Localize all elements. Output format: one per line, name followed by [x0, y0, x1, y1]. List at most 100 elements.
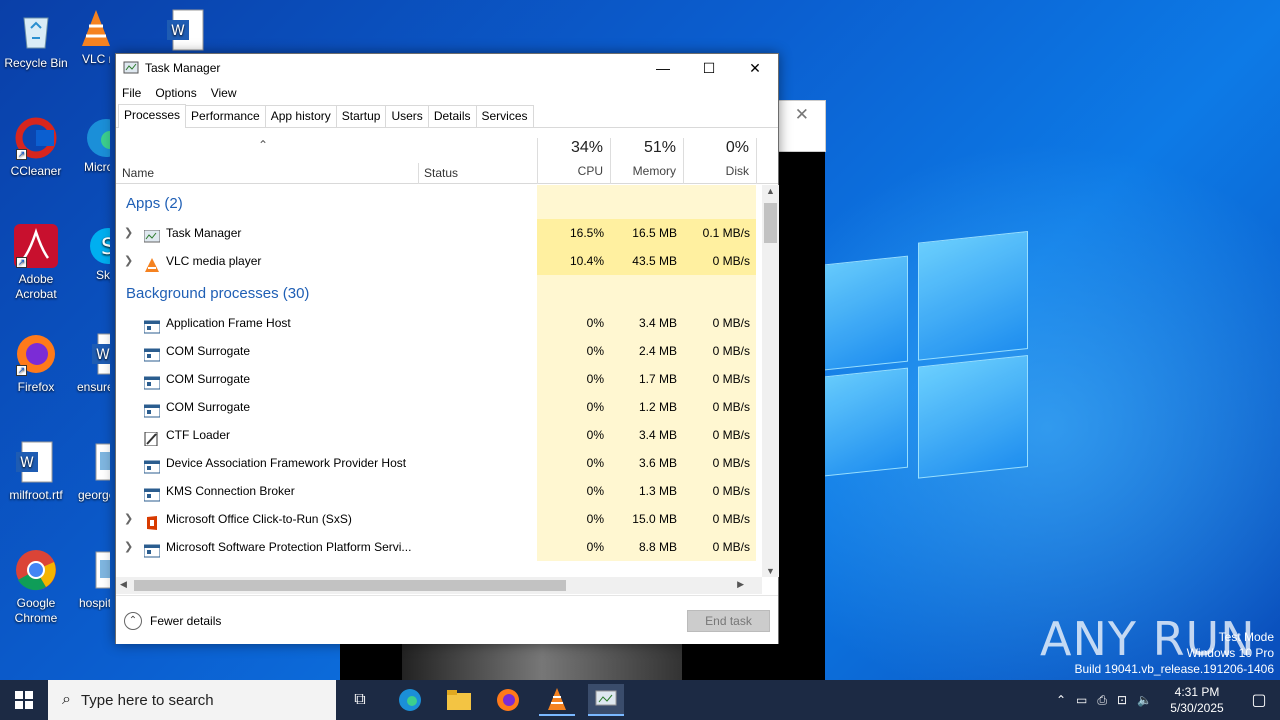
usb-icon[interactable]: ⎙	[1097, 693, 1107, 708]
network-icon[interactable]: ⊡	[1117, 693, 1127, 707]
group-header-background: Background processes (30)	[116, 275, 762, 309]
process-row[interactable]: Application Frame Host 0% 3.4 MB 0 MB/s	[116, 309, 762, 337]
process-memory: 16.5 MB	[610, 219, 683, 247]
clock-date: 5/30/2025	[1170, 701, 1224, 715]
maximize-button[interactable]: ☐	[686, 54, 732, 82]
title-bar[interactable]: Task Manager — ☐ ✕	[116, 54, 778, 82]
column-name[interactable]: Name	[122, 166, 154, 180]
scrollbar-thumb[interactable]	[764, 203, 777, 243]
column-status[interactable]: Status	[424, 166, 458, 180]
ctf-process-icon	[144, 428, 160, 447]
background-window-video	[402, 640, 682, 680]
tab-performance[interactable]: Performance	[185, 105, 266, 127]
taskbar-search-box[interactable]: ⌕ Type here to search	[48, 680, 336, 720]
svg-text:W: W	[20, 455, 34, 471]
task-manager-taskbar-icon[interactable]	[588, 684, 624, 716]
desktop-icon-ccleaner[interactable]: ↗ CCleaner	[0, 116, 72, 179]
close-icon[interactable]: ✕	[795, 105, 809, 125]
cpu-total: 34%	[570, 139, 603, 156]
desktop-icon-george[interactable]: george	[74, 440, 110, 503]
process-memory: 3.6 MB	[610, 449, 683, 477]
process-row[interactable]: ❯ Task Manager 16.5% 16.5 MB 0.1 MB/s	[116, 219, 762, 247]
search-placeholder: Type here to search	[80, 691, 214, 709]
horizontal-scrollbar[interactable]: ◀ ▶	[116, 577, 762, 594]
task-view-icon[interactable]: ⧉	[342, 684, 378, 716]
fewer-details-button[interactable]: ⌃ Fewer details	[124, 612, 221, 630]
notification-icon[interactable]: ▢	[1238, 690, 1280, 710]
tab-startup[interactable]: Startup	[335, 105, 387, 127]
end-task-button[interactable]: End task	[687, 610, 770, 632]
desktop-icon-label: Microsoft Edge	[84, 160, 110, 174]
process-row[interactable]: CTF Loader 0% 3.4 MB 0 MB/s	[116, 421, 762, 449]
start-button[interactable]	[6, 684, 42, 716]
tab-processes[interactable]: Processes	[118, 104, 187, 128]
close-button[interactable]: ✕	[732, 54, 778, 82]
process-row[interactable]: ❯ VLC media player 10.4% 43.5 MB 0 MB/s	[116, 247, 762, 275]
desktop-icon-google-chrome[interactable]: Google Chrome	[0, 548, 72, 626]
process-row[interactable]: Device Association Framework Provider Ho…	[116, 449, 762, 477]
tab-users[interactable]: Users	[385, 105, 429, 127]
process-row[interactable]: ❯ Microsoft Software Protection Platform …	[116, 533, 762, 561]
volume-icon[interactable]: 🔈	[1137, 693, 1152, 707]
process-disk: 0 MB/s	[683, 337, 756, 365]
vertical-scrollbar[interactable]: ▲ ▼	[762, 185, 779, 577]
desktop-icon-firefox[interactable]: ↗ Firefox	[0, 332, 72, 395]
desktop-icon-ensurea[interactable]: W ensurea	[74, 332, 110, 395]
cpu-label: CPU	[577, 164, 603, 178]
search-icon: ⌕	[62, 691, 71, 708]
chevron-up-icon[interactable]: ⌃	[1056, 693, 1066, 707]
process-cpu: 0%	[537, 393, 610, 421]
desktop-icon-edge[interactable]: Microsoft Edge	[84, 116, 110, 175]
chevron-right-icon[interactable]: ❯	[124, 219, 133, 247]
window-title: Task Manager	[145, 61, 221, 75]
column-disk[interactable]: 0% Disk	[683, 138, 755, 184]
desktop-icon-label: VLC media player	[82, 52, 110, 66]
edge-taskbar-icon[interactable]	[392, 684, 428, 716]
column-cpu[interactable]: 34% CPU	[537, 138, 609, 184]
process-list[interactable]: Apps (2) ❯ Task Manager 16.5% 16.5 MB 0.1 MB…	[116, 185, 762, 577]
menu-file[interactable]: File	[122, 86, 141, 100]
scrollbar-thumb[interactable]	[134, 580, 566, 591]
desktop-icon-hospita[interactable]: hospita	[74, 548, 110, 611]
desktop-icon-milfroot[interactable]: W milfroot.rtf	[0, 440, 72, 503]
process-disk: 0 MB/s	[683, 421, 756, 449]
system-tray: ⌃ ▭ ⎙ ⊡ 🔈 4:31 PM 5/30/2025 ▢	[1056, 680, 1280, 720]
sort-ascending-icon[interactable]: ⌃	[258, 138, 268, 152]
chevron-right-icon[interactable]: ❯	[124, 505, 133, 533]
file-explorer-icon[interactable]	[441, 684, 477, 716]
desktop-icon-adobe-acrobat[interactable]: ↗ Adobe Acrobat	[0, 224, 72, 302]
desktop-icon-recycle-bin[interactable]: Recycle Bin	[0, 8, 72, 71]
process-row[interactable]: KMS Connection Broker 0% 1.3 MB 0 MB/s	[116, 477, 762, 505]
generic-process-icon	[143, 372, 161, 390]
desktop-icon-vlc[interactable]: VLC media player	[74, 8, 110, 67]
menu-view[interactable]: View	[211, 86, 237, 100]
desktop-icon-label: ensurea	[77, 380, 110, 394]
chevron-right-icon[interactable]: ❯	[124, 247, 133, 275]
process-row[interactable]: COM Surrogate 0% 2.4 MB 0 MB/s	[116, 337, 762, 365]
shortcut-arrow-icon: ↗	[16, 365, 27, 376]
clock[interactable]: 4:31 PM 5/30/2025	[1156, 684, 1238, 716]
edge-icon	[84, 116, 110, 160]
process-row[interactable]: COM Surrogate 0% 1.7 MB 0 MB/s	[116, 365, 762, 393]
tab-details[interactable]: Details	[427, 105, 477, 127]
tab-app-history[interactable]: App history	[264, 105, 337, 127]
shortcut-arrow-icon: ↗	[16, 149, 27, 160]
desktop-icon-skype[interactable]: S Skype	[86, 224, 110, 283]
process-name: COM Surrogate	[166, 400, 251, 414]
desktop-icon-label: george	[78, 488, 110, 502]
desktop-icon-word-doc[interactable]: W	[160, 8, 210, 56]
column-memory[interactable]: 51% Memory	[610, 138, 682, 184]
process-row[interactable]: ❯ Microsoft Office Click-to-Run (SxS) 0% 15…	[116, 505, 762, 533]
task-manager-window[interactable]: Task Manager — ☐ ✕ File Options View Pro…	[115, 53, 779, 644]
menu-options[interactable]: Options	[155, 86, 196, 100]
process-row[interactable]: COM Surrogate 0% 1.2 MB 0 MB/s	[116, 393, 762, 421]
process-memory: 15.0 MB	[610, 505, 683, 533]
chevron-right-icon[interactable]: ❯	[124, 533, 133, 561]
device-icon[interactable]: ▭	[1076, 693, 1087, 707]
minimize-button[interactable]: —	[640, 54, 686, 82]
tab-services[interactable]: Services	[475, 105, 534, 127]
generic-process-icon	[143, 316, 161, 334]
firefox-taskbar-icon[interactable]	[490, 684, 526, 716]
vlc-taskbar-icon[interactable]	[539, 684, 575, 716]
build-info: Test Mode Windows 10 Pro Build 19041.vb_…	[1075, 629, 1275, 677]
